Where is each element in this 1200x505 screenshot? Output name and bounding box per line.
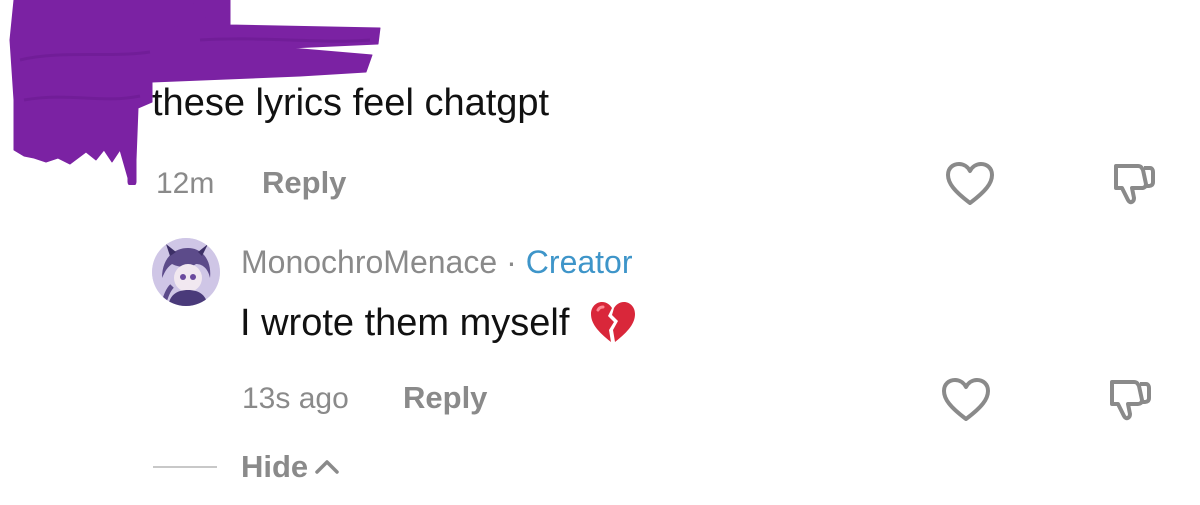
hide-label: Hide [241,449,309,484]
avatar-image [152,238,220,306]
dislike-button[interactable] [1104,158,1160,210]
reply-button[interactable]: Reply [403,380,487,416]
broken-heart-icon [591,302,636,342]
hide-replies-button[interactable]: Hide [241,449,340,485]
separator-dot: · [506,244,517,280]
author-name[interactable]: MonochroMenace [241,244,497,280]
thumbs-down-outline-icon [1110,380,1151,421]
comment-text: I wrote them myself [240,301,570,344]
reply-button[interactable]: Reply [262,165,346,201]
comment-author-line: MonochroMenace · Creator [241,244,633,281]
creator-badge: Creator [525,244,633,280]
reply-text-row: I wrote them myself [240,300,637,346]
comment-timestamp: 13s ago [242,382,349,415]
avatar[interactable] [152,238,220,306]
like-button[interactable] [938,374,994,426]
dislike-button[interactable] [1100,374,1156,426]
heart-outline-icon [942,378,990,421]
comment-timestamp: 12m [156,167,215,200]
heart-outline-icon [946,162,994,205]
chevron-up-icon [315,460,339,474]
thumbs-down-outline-icon [1114,164,1155,205]
thread-divider [153,466,217,468]
comment-text: these lyrics feel chatgpt [152,82,550,124]
like-button[interactable] [942,158,998,210]
